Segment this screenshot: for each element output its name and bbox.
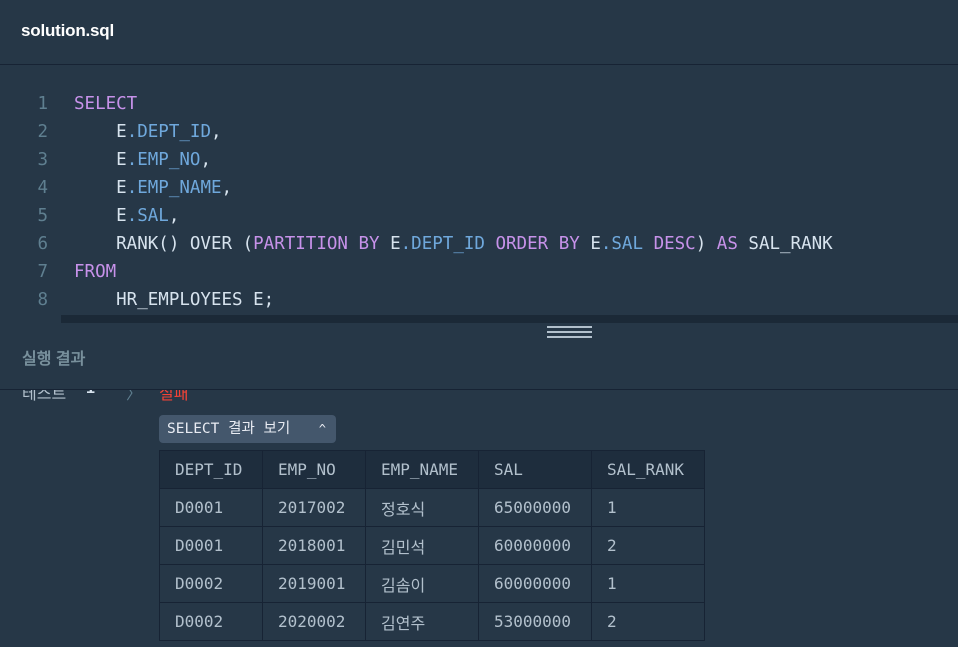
line-number: 7: [37, 262, 48, 282]
code-token: DESC: [653, 234, 696, 254]
code-token: E: [579, 234, 601, 254]
code-token: ,: [168, 206, 180, 226]
line-code: E.SAL,: [74, 202, 179, 230]
code-token: AS: [716, 234, 738, 254]
column-header: EMP_NO: [262, 450, 366, 489]
code-token: ,: [210, 122, 222, 142]
code-line[interactable]: 3 E.EMP_NO,: [0, 146, 958, 174]
line-code: HR_EMPLOYEES E;: [74, 286, 274, 314]
code-token: .EMP_NO: [126, 150, 201, 170]
code-line[interactable]: 1 SELECT: [0, 90, 958, 118]
table-row: D0001 2018001 김민석 60000000 2: [159, 526, 705, 565]
table-cell: 정호식: [365, 488, 479, 527]
code-token: .SAL: [126, 206, 169, 226]
code-line[interactable]: 4 E.EMP_NAME,: [0, 174, 958, 202]
code-token: ORDER BY: [495, 234, 580, 254]
line-number: 8: [37, 290, 48, 310]
line-number: 2: [37, 122, 48, 142]
table-cell: 김연주: [365, 602, 479, 641]
table-cell: 2019001: [262, 564, 366, 603]
line-code: FROM: [74, 258, 116, 286]
column-header: SAL: [478, 450, 592, 489]
code-token: RANK() OVER (: [74, 234, 254, 254]
code-token: FROM: [74, 262, 117, 282]
resize-handle-icon[interactable]: [547, 326, 592, 340]
table-row: D0001 2017002 정호식 65000000 1: [159, 488, 705, 527]
line-code: E.EMP_NAME,: [74, 174, 232, 202]
line-code: E.DEPT_ID,: [74, 118, 222, 146]
table-cell: 2017002: [262, 488, 366, 527]
code-token: E: [74, 206, 127, 226]
code-token: SELECT: [74, 94, 138, 114]
table-cell: D0001: [159, 488, 263, 527]
test-number: 1: [86, 390, 95, 398]
test-label: 테스트: [22, 390, 67, 403]
table-row: D0002 2019001 김솜이 60000000 1: [159, 564, 705, 603]
code-token: .EMP_NAME: [126, 178, 222, 198]
table-cell: 60000000: [478, 526, 592, 565]
table-cell: 2020002: [262, 602, 366, 641]
code-token: ,: [200, 150, 211, 170]
code-token: E: [74, 150, 127, 170]
column-header: EMP_NAME: [365, 450, 479, 489]
column-header: DEPT_ID: [159, 450, 263, 489]
table-cell: 60000000: [478, 564, 592, 603]
code-line[interactable]: 8 HR_EMPLOYEES E;: [0, 286, 958, 314]
line-number: 6: [37, 234, 48, 254]
code-line[interactable]: 6 RANK() OVER (PARTITION BY E.DEPT_ID OR…: [0, 230, 958, 258]
line-number: 3: [37, 150, 48, 170]
chevron-right-icon: 〉: [126, 390, 143, 403]
code-line[interactable]: 7 FROM: [0, 258, 958, 286]
table-row: D0002 2020002 김연주 53000000 2: [159, 602, 705, 641]
table-cell: 김민석: [365, 526, 479, 565]
results-body: 테스트 1 〉 실패 SELECT 결과 보기 ^ DEPT_ID EMP_NO…: [0, 390, 958, 647]
line-number: 5: [37, 206, 48, 226]
code-token: .DEPT_ID: [400, 234, 485, 254]
chevron-up-icon: ^: [318, 422, 326, 436]
code-token: .SAL: [600, 234, 644, 254]
table-cell: 1: [591, 488, 705, 527]
test-status-fail: 실패: [159, 390, 189, 403]
column-header: SAL_RANK: [591, 450, 705, 489]
code-token: SAL_RANK: [737, 234, 833, 254]
select-result-label: SELECT 결과 보기: [167, 421, 291, 437]
select-result-toggle-button[interactable]: SELECT 결과 보기 ^: [159, 415, 336, 443]
table-cell: 2018001: [262, 526, 366, 565]
table-cell: D0001: [159, 526, 263, 565]
file-title: solution.sql: [21, 21, 114, 40]
results-header: 실행 결과: [0, 323, 958, 390]
table-header-row: DEPT_ID EMP_NO EMP_NAME SAL SAL_RANK: [159, 450, 705, 489]
line-code: RANK() OVER (PARTITION BY E.DEPT_ID ORDE…: [74, 230, 833, 258]
table-cell: D0002: [159, 602, 263, 641]
code-token: E: [74, 122, 127, 142]
table-cell: D0002: [159, 564, 263, 603]
table-cell: 65000000: [478, 488, 592, 527]
code-token: ,: [221, 178, 233, 198]
code-token: HR_EMPLOYEES E;: [74, 290, 275, 310]
code-token: ): [695, 234, 717, 254]
results-title: 실행 결과: [22, 351, 86, 368]
file-header: solution.sql: [0, 0, 958, 65]
code-line[interactable]: 5 E.SAL,: [0, 202, 958, 230]
table-cell: 김솜이: [365, 564, 479, 603]
code-token: E: [74, 178, 127, 198]
line-number: 1: [37, 94, 48, 114]
table-cell: 1: [591, 564, 705, 603]
table-cell: 2: [591, 602, 705, 641]
result-table: DEPT_ID EMP_NO EMP_NAME SAL SAL_RANK D00…: [159, 450, 705, 641]
code-line[interactable]: 2 E.DEPT_ID,: [0, 118, 958, 146]
code-token: E: [379, 234, 401, 254]
code-token: PARTITION BY: [253, 234, 380, 254]
line-code: E.EMP_NO,: [74, 146, 211, 174]
code-token: .DEPT_ID: [126, 122, 211, 142]
line-number: 4: [37, 178, 48, 198]
panel-divider: [61, 315, 958, 323]
line-code: SELECT: [74, 90, 137, 118]
table-cell: 2: [591, 526, 705, 565]
code-editor[interactable]: 1 SELECT 2 E.DEPT_ID, 3 E.EMP_NO, 4 E.EMP_NA…: [0, 66, 958, 320]
table-cell: 53000000: [478, 602, 592, 641]
